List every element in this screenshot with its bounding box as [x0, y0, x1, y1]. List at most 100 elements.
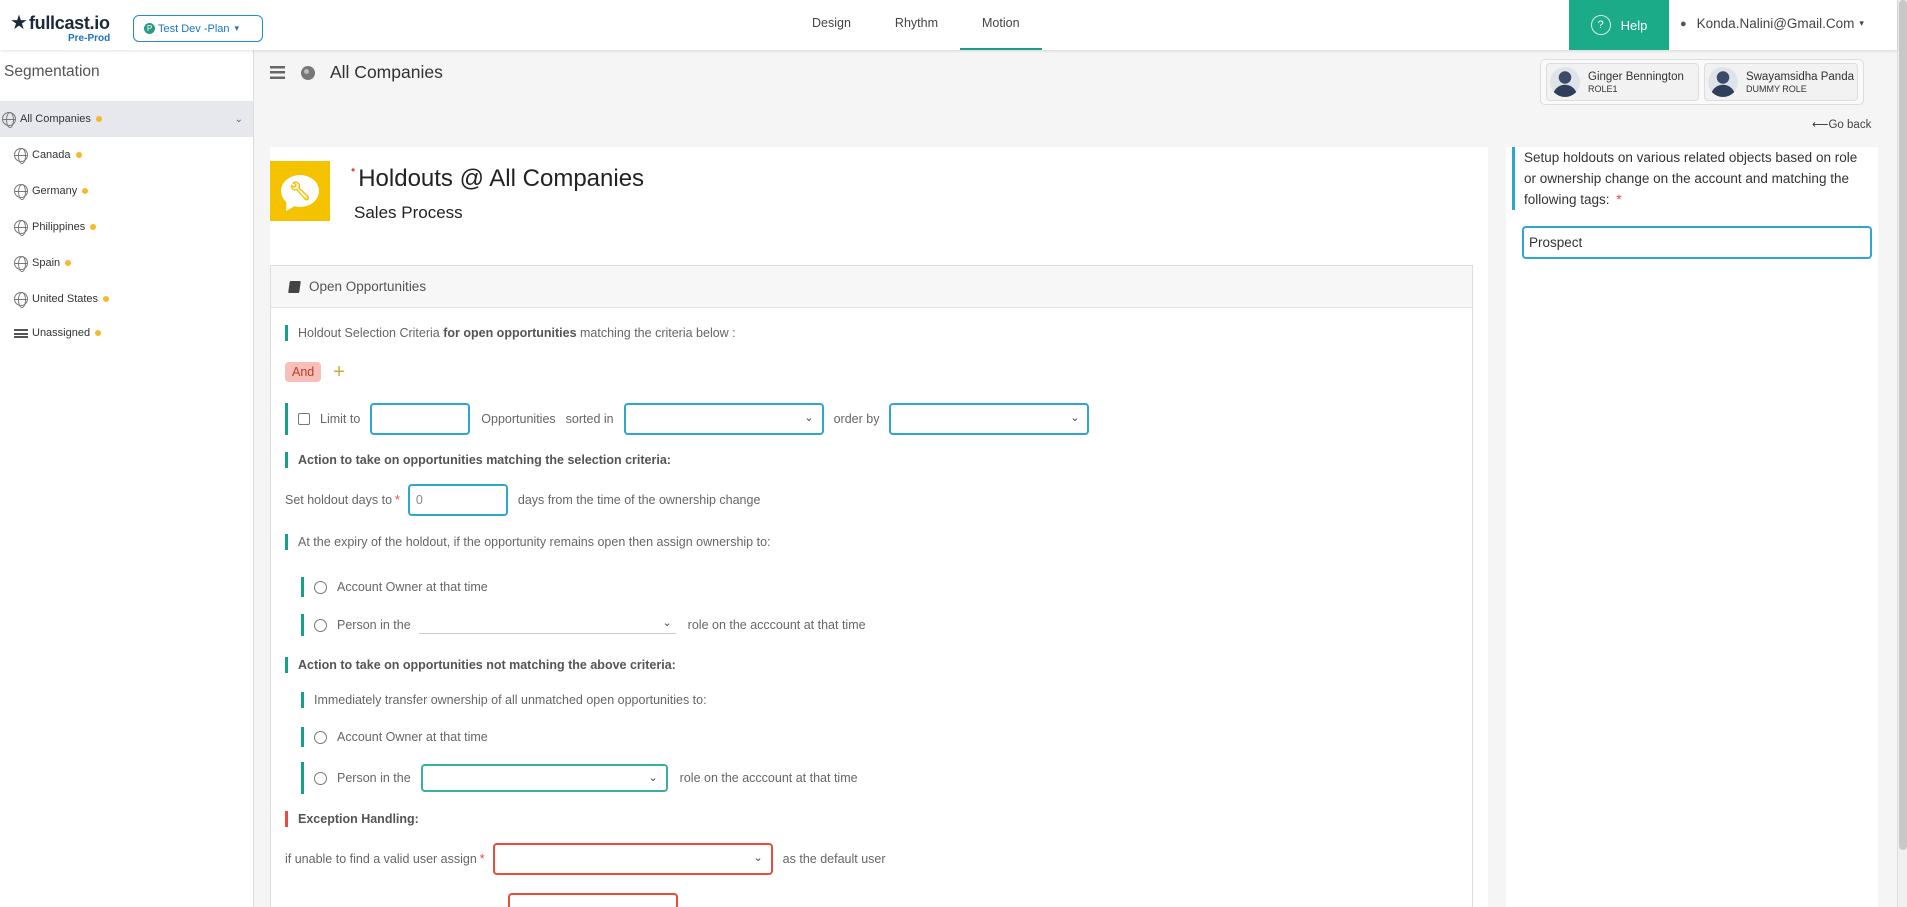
expiry-option-person: Person in the ⌄ role on the acccount at …: [301, 614, 866, 636]
option-suffix: role on the acccount at that time: [679, 771, 858, 785]
sidebar-item-germany[interactable]: Germany: [0, 173, 253, 209]
sorted-label: sorted in: [565, 412, 614, 426]
globe-icon: [14, 184, 28, 200]
owner-card[interactable]: Ginger Bennington ROLE1: [1546, 63, 1699, 101]
owner-name: Swayamsidha Panda: [1745, 70, 1854, 83]
sidebar-item-label: Germany: [32, 185, 78, 197]
sidebar-item-united-states[interactable]: United States: [0, 281, 253, 317]
and-group: And +: [285, 362, 345, 382]
card-header: Open Opportunities: [271, 266, 1472, 308]
chevron-down-icon: ⌄: [753, 852, 763, 864]
chevron-down-icon: ⌄: [804, 412, 814, 424]
holdout-days-input[interactable]: 0: [407, 484, 508, 516]
tags-input[interactable]: Prospect: [1522, 226, 1872, 259]
globe-icon: [14, 220, 28, 236]
person-role-radio[interactable]: [314, 771, 327, 785]
page-scrollbar[interactable]: [1897, 0, 1907, 907]
sidebar-item-label: Philippines: [32, 221, 86, 233]
top-nav: Design Rhythm Motion: [790, 0, 1042, 50]
plan-selector[interactable]: P Test Dev -Plan ▾: [133, 15, 263, 42]
and-toggle-button[interactable]: And: [285, 362, 322, 382]
globe-icon: [14, 292, 28, 308]
sidebar-item-label: Canada: [32, 149, 71, 161]
status-dot: [95, 116, 102, 122]
default-user-select[interactable]: ⌄: [492, 843, 773, 875]
chevron-down-icon: ⌄: [648, 772, 658, 784]
status-dot: [75, 152, 82, 158]
sidebar-item-label: All Companies: [20, 113, 91, 125]
holdout-icon: 🔧︎: [270, 161, 330, 221]
criteria-suffix: matching the criteria below :: [576, 326, 736, 340]
person-role-radio[interactable]: [314, 618, 327, 632]
exception-secondary-select[interactable]: [508, 893, 678, 907]
add-criteria-icon[interactable]: +: [333, 362, 345, 382]
limit-checkbox[interactable]: [298, 413, 310, 425]
tab-design[interactable]: Design: [790, 0, 873, 50]
user-icon: ●: [1680, 17, 1687, 30]
order-by-select[interactable]: ⌄: [889, 403, 1090, 435]
sidebar-item-all-companies[interactable]: All Companies ⌄: [0, 101, 253, 137]
sidebar-item-canada[interactable]: Canada: [0, 137, 253, 173]
sidebar: Segmentation All Companies ⌄ Canada Germ…: [0, 50, 254, 907]
wrench-icon: 🔧︎: [288, 180, 312, 201]
expiry-heading: At the expiry of the holdout, if the opp…: [285, 534, 771, 550]
unmatched-role-select[interactable]: ⌄: [420, 764, 668, 792]
sidebar-item-label: United States: [32, 293, 99, 305]
chevron-down-icon: ⌄: [1070, 412, 1080, 424]
option-label: Person in the: [337, 618, 411, 632]
status-dot: [65, 260, 72, 266]
globe-icon: [14, 148, 28, 164]
chat-bubble-icon: 🔧︎: [281, 175, 319, 207]
plan-badge-icon: P: [144, 23, 155, 34]
limit-label: Limit to: [320, 412, 361, 426]
owner-role: ROLE1: [1588, 83, 1618, 94]
hamburger-menu-icon[interactable]: [270, 66, 285, 79]
fullcast-logo[interactable]: ★ fullcast.io Pre-Prod: [10, 13, 110, 44]
holdout-title-text: Holdouts @ All Companies: [358, 165, 645, 192]
exception-assign-suffix: as the default user: [782, 852, 886, 866]
avatar: [1550, 67, 1580, 97]
option-label: Account Owner at that time: [337, 580, 488, 594]
option-suffix: role on the acccount at that time: [687, 618, 866, 632]
user-menu[interactable]: ● Konda.Nalini@Gmail.Com ▾: [1680, 16, 1864, 31]
sidebar-item-unassigned[interactable]: Unassigned: [0, 315, 253, 351]
tab-motion[interactable]: Motion: [960, 0, 1042, 50]
chevron-down-icon[interactable]: ⌄: [235, 114, 243, 125]
sidebar-item-spain[interactable]: Spain: [0, 245, 253, 281]
tags-description: Setup holdouts on various related object…: [1512, 147, 1872, 210]
tab-rhythm[interactable]: Rhythm: [873, 0, 960, 50]
account-owner-radio[interactable]: [314, 580, 327, 594]
scrollbar-thumb[interactable]: [1899, 0, 1907, 850]
holdout-panel: 🔧︎ • Holdouts @ All Companies Sales Proce…: [270, 147, 1488, 907]
required-marker: *: [395, 493, 400, 507]
action-not-matching-heading: Action to take on opportunities not matc…: [285, 657, 676, 673]
unmatched-option-account-owner: Account Owner at that time: [301, 727, 488, 747]
holdout-days-value: 0: [415, 493, 423, 507]
help-button[interactable]: ? Help: [1569, 0, 1669, 50]
help-label: Help: [1620, 17, 1648, 33]
expiry-role-select[interactable]: ⌄: [418, 616, 676, 634]
go-back-link[interactable]: ⟵Go back: [1812, 117, 1871, 131]
sidebar-item-philippines[interactable]: Philippines: [0, 209, 253, 245]
page-title: All Companies: [330, 62, 443, 82]
option-label: Account Owner at that time: [337, 730, 488, 744]
sort-direction-select[interactable]: ⌄: [623, 403, 824, 435]
limit-count-input[interactable]: [370, 403, 471, 435]
sidebar-item-label: Unassigned: [32, 327, 91, 339]
required-marker: *: [1616, 192, 1622, 207]
action-matching-heading: Action to take on opportunities matching…: [285, 452, 671, 468]
status-dot: [103, 296, 110, 302]
plan-label: Test Dev -Plan: [158, 22, 230, 35]
immediate-transfer-heading: Immediately transfer ownership of all un…: [301, 692, 707, 708]
owner-card[interactable]: Swayamsidha Panda DUMMY ROLE: [1703, 63, 1858, 101]
user-email: Konda.Nalini@Gmail.Com: [1696, 16, 1855, 31]
account-owner-radio[interactable]: [314, 730, 327, 744]
question-icon: ?: [1590, 15, 1611, 35]
holdout-title: • Holdouts @ All Companies: [351, 163, 645, 193]
option-label: Person in the: [337, 771, 411, 785]
expiry-option-account-owner: Account Owner at that time: [301, 577, 488, 597]
limit-row: Limit to Opportunities sorted in ⌄ order…: [285, 403, 1090, 435]
globe-icon: [14, 256, 28, 272]
status-dot: [82, 188, 89, 194]
exception-assign-row: if unable to find a valid user assign * ⌄…: [285, 843, 886, 875]
